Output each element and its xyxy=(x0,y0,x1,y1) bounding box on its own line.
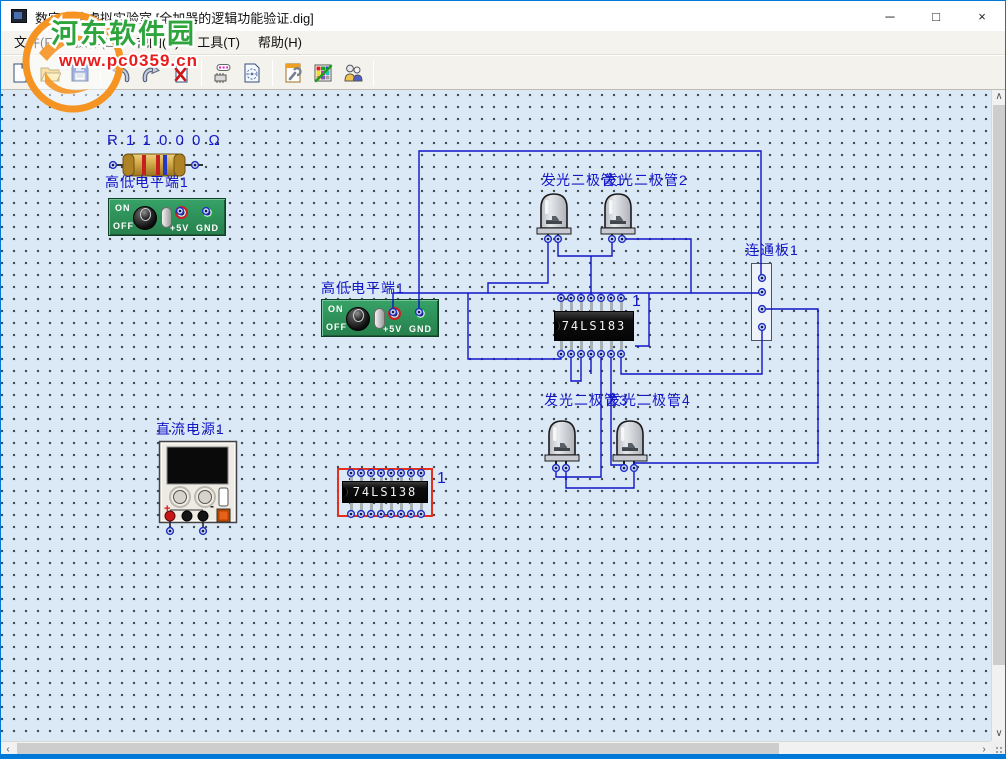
title-bar: 数字电路虚拟实验室 [全加器的逻辑功能验证.dig] ─ □ × xyxy=(1,1,1005,31)
save-floppy-icon xyxy=(69,62,91,84)
menu-edit[interactable]: 操作(E) xyxy=(66,31,127,54)
new-file-button[interactable] xyxy=(5,58,35,88)
toggle-switch[interactable] xyxy=(346,307,370,331)
plus5v-terminal[interactable] xyxy=(175,206,188,219)
app-icon xyxy=(11,9,27,23)
level-board-1-label: 高低电平端1 xyxy=(105,172,189,192)
dc-power-label: 直流电源1 xyxy=(156,419,225,439)
off-label: OFF xyxy=(326,322,347,332)
redo-button[interactable] xyxy=(136,58,166,88)
off-label: OFF xyxy=(113,221,134,231)
app-window: 数字电路虚拟实验室 [全加器的逻辑功能验证.dig] ─ □ × 文件(F) 操… xyxy=(0,0,1006,759)
led-icon xyxy=(536,191,572,243)
scroll-up-arrow[interactable]: ∧ xyxy=(992,90,1006,104)
level-board-2[interactable]: ON OFF +5V GND xyxy=(321,299,439,337)
vertical-scrollbar[interactable]: ∧ ∨ xyxy=(991,90,1005,741)
gnd-label: GND xyxy=(409,324,432,334)
junction-board-label: 连通板1 xyxy=(745,240,799,260)
dc-power-supply[interactable]: + - xyxy=(158,440,238,534)
negative-terminal[interactable] xyxy=(198,511,208,521)
settings-wrench-button[interactable] xyxy=(278,58,308,88)
menu-file[interactable]: 文件(F) xyxy=(5,31,66,54)
menu-bar: 文件(F) 操作(E) 视图(V) 工具(T) 帮助(H) xyxy=(1,31,1005,55)
circuit-canvas[interactable]: R 1 1 0 0 0 Ω 高低电平端1 高低电平端1 发光二极管1 发光二极管… xyxy=(1,90,992,741)
led-3[interactable] xyxy=(544,418,580,475)
terminal[interactable] xyxy=(182,511,192,521)
open-folder-icon xyxy=(39,62,61,84)
gnd-label: GND xyxy=(196,223,219,233)
led4-label: 发光二极管4 xyxy=(607,390,691,410)
led2-label: 发光二极管2 xyxy=(604,170,688,190)
menu-view[interactable]: 视图(V) xyxy=(127,31,188,54)
chip-74ls183-bottom-pins xyxy=(560,341,625,354)
resistor-label: R 1 1 0 0 0 Ω xyxy=(107,132,222,149)
toolbar-separator xyxy=(272,60,273,86)
open-file-button[interactable] xyxy=(35,58,65,88)
led-icon xyxy=(612,418,648,470)
chip-74ls138-ref: 1 xyxy=(437,470,446,488)
save-file-button[interactable] xyxy=(65,58,95,88)
redo-arrow-icon xyxy=(140,62,162,84)
delete-icon xyxy=(170,62,192,84)
wrench-icon xyxy=(282,62,304,84)
chip-74ls138-bottom-pins xyxy=(350,503,423,513)
on-label: ON xyxy=(328,304,344,314)
close-button[interactable]: × xyxy=(959,1,1005,31)
chip-74ls138-top-pins xyxy=(350,471,423,481)
plus5v-label: +5V xyxy=(383,324,402,334)
gnd-terminal[interactable] xyxy=(414,307,427,320)
window-title: 数字电路虚拟实验室 [全加器的逻辑功能验证.dig] xyxy=(35,8,314,27)
color-palette-button[interactable] xyxy=(308,58,338,88)
chip-notch xyxy=(342,487,348,497)
junction-board[interactable] xyxy=(751,263,772,341)
gnd-terminal[interactable] xyxy=(201,206,214,219)
window-border xyxy=(1,754,1005,758)
level-board-1[interactable]: ON OFF +5V GND xyxy=(108,198,226,236)
palette-icon xyxy=(312,62,334,84)
scroll-down-arrow[interactable]: ∨ xyxy=(992,727,1006,741)
menu-tools[interactable]: 工具(T) xyxy=(188,31,249,54)
vertical-scroll-thumb[interactable] xyxy=(993,105,1005,665)
minus-mark: - xyxy=(210,499,214,513)
undo-button[interactable] xyxy=(106,58,136,88)
undo-arrow-icon xyxy=(110,62,132,84)
led-icon xyxy=(544,418,580,470)
toolbar-separator xyxy=(100,60,101,86)
chip-74ls183-top-pins xyxy=(560,298,625,311)
chip-74ls183-text: 74LS183 xyxy=(562,319,627,333)
toggle-switch[interactable] xyxy=(133,206,157,230)
users-icon xyxy=(342,62,364,84)
on-label: ON xyxy=(115,203,131,213)
toolbar-separator xyxy=(373,60,374,86)
led-2[interactable] xyxy=(600,191,636,248)
component-note-button[interactable] xyxy=(207,58,237,88)
led-4[interactable] xyxy=(612,418,648,475)
toolbar-separator xyxy=(201,60,202,86)
new-file-icon xyxy=(9,62,31,84)
simulate-button[interactable] xyxy=(237,58,267,88)
chip-notch xyxy=(554,321,560,331)
chip-74ls138[interactable]: 74LS138 xyxy=(342,481,428,503)
toolbar xyxy=(1,56,1005,90)
maximize-button[interactable]: □ xyxy=(913,1,959,31)
users-button[interactable] xyxy=(338,58,368,88)
positive-terminal[interactable] xyxy=(165,511,175,521)
minimize-button[interactable]: ─ xyxy=(867,1,913,31)
chip-74ls183[interactable]: 74LS183 xyxy=(554,311,634,341)
delete-button[interactable] xyxy=(166,58,196,88)
toggle-knob xyxy=(140,208,151,221)
level-board-2-label: 高低电平端1 xyxy=(321,278,405,298)
chip-note-icon xyxy=(211,62,233,84)
chip-74ls183-ref: 1 xyxy=(632,293,641,311)
led-1[interactable] xyxy=(536,191,572,248)
plus5v-terminal[interactable] xyxy=(388,307,401,320)
led-icon xyxy=(600,191,636,243)
plus5v-label: +5V xyxy=(170,223,189,233)
menu-help[interactable]: 帮助(H) xyxy=(249,31,311,54)
toggle-knob xyxy=(353,309,364,322)
chip-74ls138-text: 74LS138 xyxy=(353,485,418,499)
simulate-icon xyxy=(241,62,263,84)
